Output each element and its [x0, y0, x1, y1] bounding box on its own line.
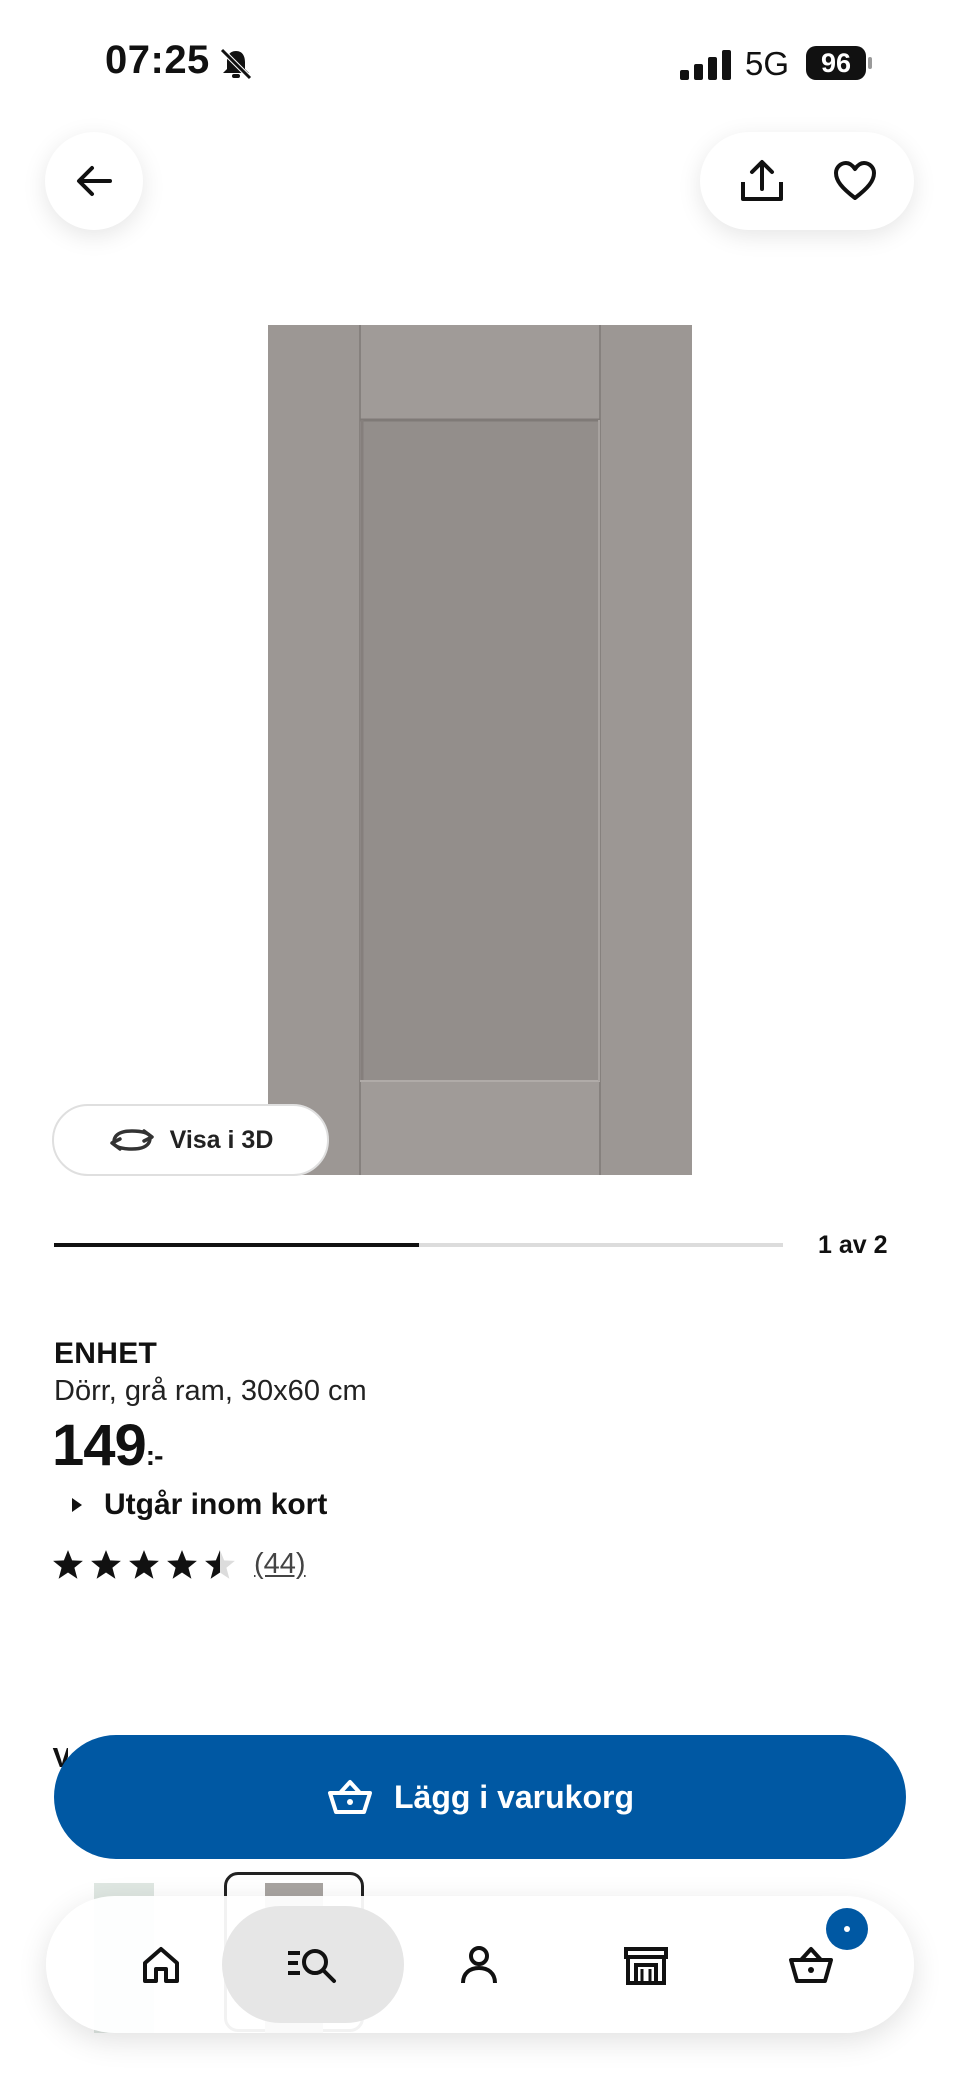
basket-icon — [789, 1946, 833, 1983]
back-button[interactable] — [45, 132, 143, 230]
nav-home[interactable] — [106, 1896, 216, 2033]
gallery-position: 1 av 2 — [818, 1231, 888, 1259]
star-icon — [205, 1549, 235, 1579]
nav-profile[interactable] — [424, 1896, 534, 2033]
bell-muted-icon — [220, 48, 252, 80]
rotate-3d-icon — [109, 1129, 154, 1151]
heart-icon[interactable] — [832, 158, 878, 204]
gallery-progress-fill — [54, 1243, 419, 1247]
basket-icon — [327, 1780, 372, 1814]
star-icon — [167, 1549, 197, 1579]
nav-store[interactable] — [591, 1896, 701, 2033]
caret-right-icon — [72, 1498, 82, 1512]
availability-text: Utgår inom kort — [104, 1488, 328, 1521]
add-to-cart-button[interactable]: Lägg i varukorg — [54, 1735, 906, 1859]
price-value: 149 — [52, 1413, 147, 1478]
nav-search[interactable] — [258, 1896, 368, 2033]
product-price: 149:- — [52, 1412, 164, 1479]
star-icon — [53, 1549, 83, 1579]
view-in-3d-button[interactable]: Visa i 3D — [52, 1104, 329, 1176]
review-count-link[interactable]: (44) — [254, 1548, 306, 1581]
signal-icon — [680, 50, 731, 80]
star-icon — [129, 1549, 159, 1579]
star-icon — [91, 1549, 121, 1579]
network-label: 5G — [745, 45, 790, 82]
rating-stars — [52, 1549, 236, 1581]
add-to-cart-label: Lägg i varukorg — [393, 1778, 635, 1815]
status-time: 07:25 — [105, 38, 210, 82]
arrow-left-icon — [77, 166, 112, 196]
price-suffix: :- — [145, 1440, 164, 1471]
top-actions-group — [700, 132, 914, 230]
cart-badge — [826, 1908, 868, 1950]
share-icon[interactable] — [737, 156, 787, 206]
availability-row[interactable]: Utgår inom kort — [70, 1488, 327, 1522]
home-icon — [143, 1946, 179, 1983]
product-brand[interactable]: ENHET — [54, 1337, 157, 1371]
search-icon — [288, 1948, 336, 1983]
store-icon — [624, 1946, 668, 1985]
profile-icon — [461, 1945, 497, 1983]
product-image-door[interactable] — [268, 325, 692, 1175]
battery-icon: 96 — [806, 46, 872, 80]
gallery-progress-track — [54, 1243, 783, 1247]
product-description: Dörr, grå ram, 30x60 cm — [54, 1375, 367, 1407]
battery-level: 96 — [806, 46, 866, 80]
bottom-navigation — [46, 1896, 914, 2033]
rating-row[interactable]: (44) — [52, 1548, 306, 1581]
view-in-3d-label: Visa i 3D — [169, 1125, 274, 1154]
